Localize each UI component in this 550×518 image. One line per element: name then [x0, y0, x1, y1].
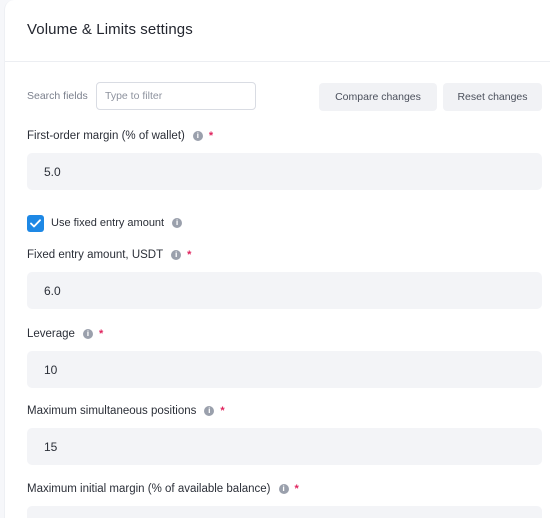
leverage-input[interactable]: 10: [27, 351, 542, 388]
compare-changes-button[interactable]: Compare changes: [319, 83, 437, 111]
info-icon[interactable]: i: [192, 131, 203, 141]
filter-bar: Search fields Compare changes Reset chan…: [27, 62, 550, 118]
fixed-entry-amount-input[interactable]: 6.0: [27, 272, 542, 309]
use-fixed-entry-label: Use fixed entry amount: [51, 217, 165, 229]
checkmark-icon: [30, 218, 41, 227]
max-initial-margin-label: Maximum initial margin (% of available b…: [27, 483, 271, 495]
field-label-first-order-margin: First-order margin (% of wallet) i *: [27, 128, 550, 144]
field-label-leverage: Leverage i *: [27, 326, 550, 342]
info-icon[interactable]: i: [204, 406, 215, 416]
first-order-margin-label: First-order margin (% of wallet): [27, 130, 185, 142]
use-fixed-entry-row: Use fixed entry amount i: [27, 213, 550, 233]
search-label: Search fields: [27, 90, 88, 102]
info-icon[interactable]: i: [278, 484, 289, 494]
settings-card: Volume & Limits settings Search fields C…: [4, 0, 550, 518]
info-icon[interactable]: i: [171, 250, 182, 260]
field-label-fixed-entry-amount: Fixed entry amount, USDT i *: [27, 247, 550, 263]
max-positions-input[interactable]: 15: [27, 428, 542, 465]
required-marker: *: [220, 405, 225, 417]
required-marker: *: [208, 130, 214, 142]
leverage-label: Leverage: [27, 328, 75, 340]
required-marker: *: [187, 249, 192, 261]
max-initial-margin-input[interactable]: 30.0: [27, 506, 542, 518]
required-marker: *: [294, 483, 299, 495]
max-positions-label: Maximum simultaneous positions: [27, 405, 197, 417]
card-header: Volume & Limits settings: [5, 0, 550, 62]
use-fixed-entry-checkbox[interactable]: [27, 214, 44, 232]
search-input[interactable]: [96, 82, 256, 110]
first-order-margin-input[interactable]: 5.0: [27, 153, 542, 190]
info-icon[interactable]: i: [172, 218, 183, 228]
field-label-max-positions: Maximum simultaneous positions i *: [27, 403, 550, 419]
reset-changes-button[interactable]: Reset changes: [443, 83, 542, 111]
fixed-entry-amount-label: Fixed entry amount, USDT: [27, 249, 164, 261]
field-label-max-initial-margin: Maximum initial margin (% of available b…: [27, 481, 550, 497]
info-icon[interactable]: i: [82, 329, 93, 339]
required-marker: *: [98, 328, 104, 340]
settings-form: Search fields Compare changes Reset chan…: [5, 62, 550, 518]
page-title: Volume & Limits settings: [27, 21, 193, 38]
